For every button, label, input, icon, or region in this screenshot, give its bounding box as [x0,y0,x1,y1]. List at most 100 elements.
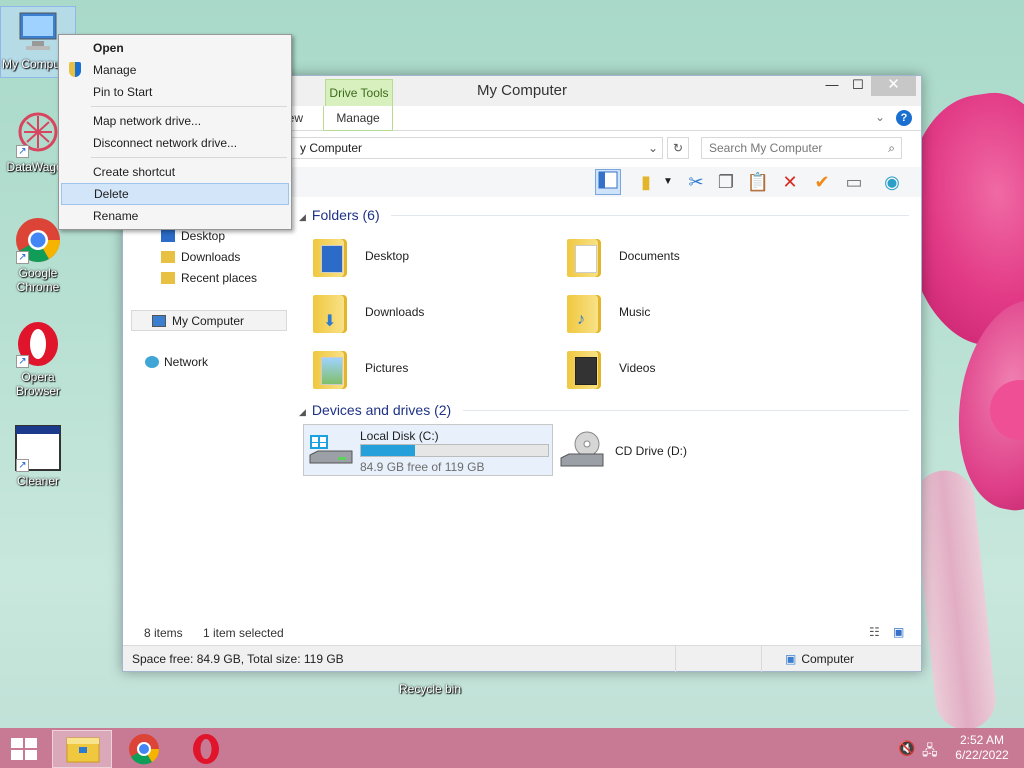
divider [761,646,762,672]
menu-item-manage[interactable]: Manage [61,59,289,81]
uac-shield-icon [69,62,81,77]
nav-label: My Computer [172,314,245,328]
nav-label: Desktop [181,229,226,243]
desktop-icon-opera-browser[interactable]: ↗ Opera Browser [0,320,76,398]
chevron-down-icon[interactable]: ⌄ [648,138,658,158]
music-folder-icon: ♪ [563,289,605,335]
properties-folder-icon[interactable]: ▮ [633,169,659,195]
view-pane-button[interactable] [595,169,621,195]
folder-item-videos[interactable]: Videos [563,343,803,393]
chevron-down-icon[interactable]: ▼ [661,169,675,195]
chevron-down-icon[interactable]: ⌄ [875,110,885,124]
taskbar-opera[interactable] [176,730,236,768]
menu-item-create-shortcut[interactable]: Create shortcut [61,161,289,183]
network-tray-icon[interactable]: 🖧 [922,740,938,764]
tab-manage[interactable]: Manage [323,106,393,131]
datawagon-icon: ↗ [14,110,62,158]
shortcut-arrow-icon: ↗ [16,459,29,472]
delete-icon[interactable]: ✕ [777,169,803,195]
search-icon: ⌕ [888,141,895,155]
close-button[interactable]: ✕ [871,76,916,96]
collapse-triangle-icon[interactable]: ◢ [299,407,306,417]
folder-name: Pictures [365,361,409,375]
volume-muted-icon[interactable]: 🔇 [898,740,915,757]
pictures-folder-icon [309,345,351,391]
cleaner-window-icon: ↗ [14,424,62,472]
group-title: Devices and drives (2) [311,402,452,418]
copy-icon[interactable]: ❐ [713,169,739,195]
menu-item-open[interactable]: Open [61,37,289,59]
address-bar[interactable]: y Computer ⌄ [283,137,663,159]
group-header-folders[interactable]: ◢ Folders (6) [299,206,380,224]
maximize-button[interactable]: ☐ [845,76,871,96]
network-icon [145,356,159,368]
folder-item-music[interactable]: ♪ Music [563,287,803,337]
wallpaper-petal [942,291,1024,519]
menu-item-rename[interactable]: Rename [61,205,289,227]
cut-icon[interactable]: ✂ [683,169,709,195]
cd-drive-icon [559,430,605,472]
drive-usage-bar [360,444,549,457]
help-icon[interactable]: ? [896,110,912,126]
group-title: Folders (6) [311,207,380,223]
nav-item-recent-places[interactable]: Recent places [131,268,287,289]
folder-name: Downloads [365,305,425,319]
search-input[interactable]: Search My Computer ⌕ [701,137,902,159]
clock[interactable]: 2:52 AM 6/22/2022 [950,733,1014,763]
folder-item-pictures[interactable]: Pictures [309,343,549,393]
videos-folder-icon [563,345,605,391]
folder-item-downloads[interactable]: ⬇ Downloads [309,287,549,337]
nav-item-downloads[interactable]: Downloads [131,247,287,268]
downloads-folder-icon [161,251,175,263]
drive-item-cd-drive-d[interactable]: CD Drive (D:) [559,428,759,474]
details-bar: Space free: 84.9 GB, Total size: 119 GB … [123,645,921,672]
menu-item-map-network-drive[interactable]: Map network drive... [61,110,289,132]
details-view-icon[interactable]: ☷ [869,625,880,639]
status-bar: 8 items 1 item selected ☷ ▣ [123,622,921,644]
menu-item-pin-to-start[interactable]: Pin to Start [61,81,289,103]
paste-icon[interactable]: 📋 [745,169,771,195]
space-summary: Space free: 84.9 GB, Total size: 119 GB [132,652,344,666]
group-divider [463,410,909,411]
item-count: 8 items [144,626,183,640]
start-button[interactable] [0,730,48,768]
minimize-button[interactable]: — [819,76,845,96]
collapse-triangle-icon[interactable]: ◢ [299,212,306,222]
opera-icon [193,734,219,764]
documents-folder-icon [563,233,605,279]
wallpaper-petal [990,380,1024,440]
search-placeholder: Search My Computer [709,141,823,155]
drive-item-local-disk-c[interactable]: Local Disk (C:) 84.9 GB free of 119 GB [303,424,553,476]
desktop-icon-recycle-bin[interactable]: Recycle bin [390,668,470,696]
menu-item-disconnect-network-drive[interactable]: Disconnect network drive... [61,132,289,154]
windows-logo-icon [11,738,37,760]
folder-item-documents[interactable]: Documents [563,231,803,281]
nav-item-my-computer[interactable]: My Computer [131,310,287,331]
group-divider [391,215,909,216]
divider [675,646,676,672]
taskbar-file-explorer[interactable] [52,730,112,768]
desktop-icon-cleaner[interactable]: ↗ Cleaner [0,424,76,488]
hard-drive-icon [308,433,354,469]
location-text: Computer [801,652,855,666]
computer-icon [14,7,62,55]
shortcut-arrow-icon: ↗ [16,355,29,368]
chrome-icon: ↗ [14,216,62,264]
menu-item-label: Manage [93,63,137,77]
menu-item-delete[interactable]: Delete [61,183,289,205]
rename-icon[interactable]: ▭ [841,169,867,195]
drive-free-space: 84.9 GB free of 119 GB [360,460,485,474]
taskbar-google-chrome[interactable] [114,730,174,768]
shortcut-arrow-icon: ↗ [16,145,29,158]
group-header-devices[interactable]: ◢ Devices and drives (2) [299,401,451,419]
nav-label: Recent places [181,271,258,285]
nav-item-network[interactable]: Network [131,352,287,373]
large-icons-view-icon[interactable]: ▣ [893,625,904,639]
check-icon[interactable]: ✔ [809,169,835,195]
folder-item-desktop[interactable]: Desktop [309,231,549,281]
refresh-button[interactable]: ↻ [667,137,689,159]
menu-separator [91,106,287,107]
clock-date: 6/22/2022 [955,748,1009,762]
globe-icon[interactable]: ◉ [879,169,905,195]
folder-name: Documents [619,249,680,263]
